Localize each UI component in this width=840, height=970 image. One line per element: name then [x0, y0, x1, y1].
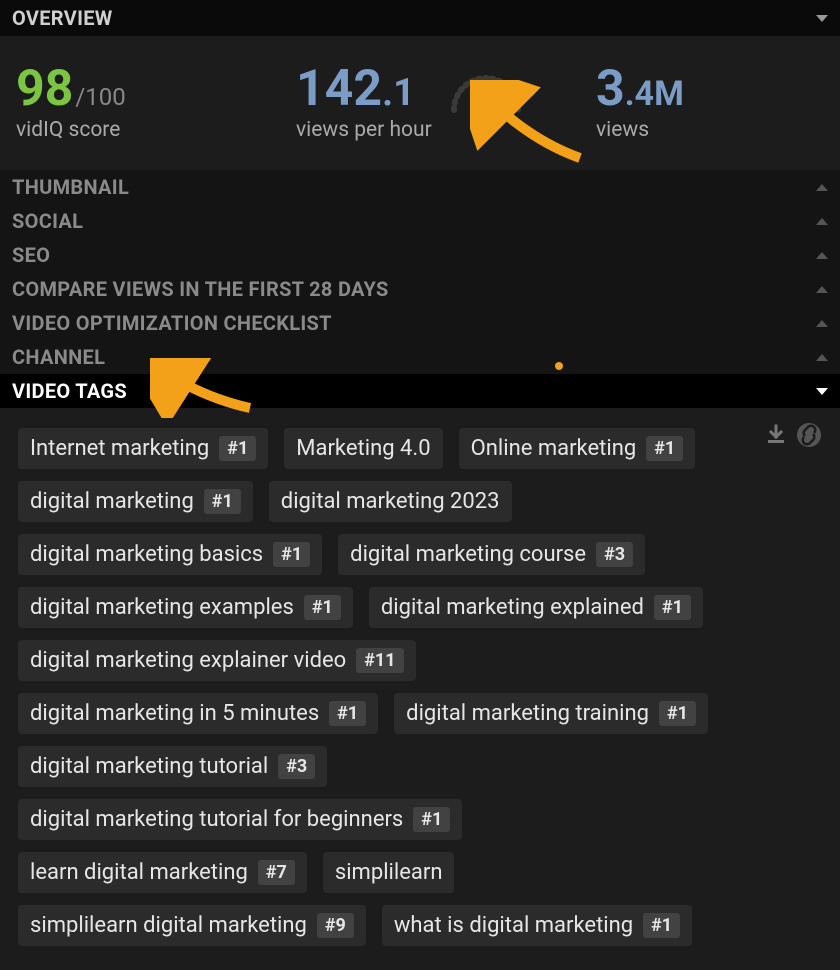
tag-text: digital marketing examples [30, 595, 294, 620]
views-label: views [596, 118, 824, 142]
video-tag[interactable]: digital marketing examples #1 [18, 587, 353, 628]
tag-rank-badge: #1 [646, 436, 683, 461]
tag-rank-badge: #1 [329, 701, 366, 726]
video-tag[interactable]: digital marketing explainer video #11 [18, 640, 416, 681]
chevron-down-icon [816, 388, 828, 395]
section-title-video-tags: VIDEO TAGS [12, 379, 127, 403]
section-title-checklist: VIDEO OPTIMIZATION CHECKLIST [12, 311, 332, 335]
section-title-thumbnail: THUMBNAIL [12, 175, 129, 199]
chevron-up-icon [816, 252, 828, 259]
tag-text: digital marketing tutorial for beginners [30, 807, 403, 832]
chevron-up-icon [816, 286, 828, 293]
section-header-overview[interactable]: OVERVIEW [0, 0, 840, 36]
video-tags-body: Internet marketing #1 Marketing 4.0 Online … [0, 408, 840, 970]
section-header-social[interactable]: SOCIAL [0, 204, 840, 238]
stat-views: 3 .4 M views [596, 64, 824, 142]
tag-text: learn digital marketing [30, 860, 248, 885]
tag-text: digital marketing 2023 [281, 489, 500, 514]
tag-text: simplilearn digital marketing [30, 913, 307, 938]
tag-rank-badge: #3 [278, 754, 315, 779]
tag-rank-badge: #1 [643, 913, 680, 938]
chevron-up-icon [816, 354, 828, 361]
tag-rank-badge: #1 [304, 595, 341, 620]
video-tag[interactable]: Internet marketing #1 [18, 428, 268, 469]
video-tag[interactable]: simplilearn [323, 852, 455, 893]
views-unit: M [654, 77, 684, 111]
tag-rank-badge: #9 [317, 913, 354, 938]
video-tag[interactable]: Marketing 4.0 [284, 428, 442, 469]
tag-rank-badge: #7 [258, 860, 295, 885]
tag-text: simplilearn [335, 860, 443, 885]
video-tag[interactable]: digital marketing explained #1 [369, 587, 703, 628]
video-tag[interactable]: digital marketing tutorial for beginners… [18, 799, 462, 840]
tag-text: digital marketing [30, 489, 194, 514]
video-tag[interactable]: digital marketing tutorial #3 [18, 746, 327, 787]
score-value: 98 [16, 64, 73, 114]
tag-text: Marketing 4.0 [296, 436, 430, 461]
tag-rank-badge: #1 [654, 595, 691, 620]
tag-rank-badge: #1 [413, 807, 450, 832]
tag-rank-badge: #11 [356, 648, 403, 673]
tag-text: Online marketing [471, 436, 637, 461]
video-tag[interactable]: learn digital marketing #7 [18, 852, 307, 893]
tag-text: digital marketing basics [30, 542, 263, 567]
vidiq-panel: OVERVIEW 98 /100 vidIQ score 142 .1 view… [0, 0, 840, 970]
tag-rank-badge: #1 [219, 436, 256, 461]
video-tag[interactable]: simplilearn digital marketing #9 [18, 905, 366, 946]
tag-text: digital marketing in 5 minutes [30, 701, 319, 726]
tag-text: Internet marketing [30, 436, 209, 461]
download-icon[interactable] [764, 423, 788, 451]
video-tag[interactable]: digital marketing training #1 [394, 693, 708, 734]
vph-value-dec: .1 [382, 74, 415, 112]
section-title-compare: COMPARE VIEWS IN THE FIRST 28 DAYS [12, 277, 389, 301]
tag-rank-badge: #1 [273, 542, 310, 567]
chevron-down-icon [816, 15, 828, 22]
video-tag[interactable]: digital marketing basics #1 [18, 534, 322, 575]
video-tag[interactable]: what is digital marketing #1 [382, 905, 692, 946]
gauge-icon [446, 68, 526, 122]
views-value-int: 3 [596, 64, 625, 114]
tag-rank-badge: #3 [596, 542, 633, 567]
tag-text: what is digital marketing [394, 913, 633, 938]
tag-text: digital marketing explainer video [30, 648, 346, 673]
section-header-video-tags[interactable]: VIDEO TAGS [0, 374, 840, 408]
section-header-channel[interactable]: CHANNEL [0, 340, 840, 374]
video-tag[interactable]: digital marketing course #3 [338, 534, 645, 575]
video-tag[interactable]: digital marketing 2023 [269, 481, 512, 522]
tag-rank-badge: #1 [204, 489, 241, 514]
section-title-social: SOCIAL [12, 209, 83, 233]
section-title-overview: OVERVIEW [12, 6, 113, 30]
stat-vidiq-score: 98 /100 vidIQ score [16, 64, 296, 142]
chevron-up-icon [816, 184, 828, 191]
vph-value-int: 142 [296, 64, 382, 114]
score-max: /100 [75, 85, 125, 109]
section-title-channel: CHANNEL [12, 345, 105, 369]
video-tag[interactable]: Online marketing #1 [459, 428, 696, 469]
section-header-seo[interactable]: SEO [0, 238, 840, 272]
tag-text: digital marketing tutorial [30, 754, 268, 779]
section-title-seo: SEO [12, 243, 50, 267]
section-header-checklist[interactable]: VIDEO OPTIMIZATION CHECKLIST [0, 306, 840, 340]
stat-views-per-hour: 142 .1 views per hour [296, 64, 596, 142]
chevron-up-icon [816, 218, 828, 225]
section-header-compare[interactable]: COMPARE VIEWS IN THE FIRST 28 DAYS [0, 272, 840, 306]
section-header-thumbnail[interactable]: THUMBNAIL [0, 170, 840, 204]
chevron-up-icon [816, 320, 828, 327]
tag-rank-badge: #1 [659, 701, 696, 726]
tags-container: Internet marketing #1 Marketing 4.0 Online … [18, 428, 822, 946]
video-tag[interactable]: digital marketing in 5 minutes #1 [18, 693, 378, 734]
link-icon[interactable] [796, 422, 822, 452]
tag-text: digital marketing course [350, 542, 586, 567]
score-label: vidIQ score [16, 118, 296, 142]
video-tag[interactable]: digital marketing #1 [18, 481, 253, 522]
tag-text: digital marketing training [406, 701, 649, 726]
overview-body: 98 /100 vidIQ score 142 .1 views per hou… [0, 36, 840, 170]
tag-text: digital marketing explained [381, 595, 644, 620]
views-value-dec: .4 [625, 77, 654, 111]
